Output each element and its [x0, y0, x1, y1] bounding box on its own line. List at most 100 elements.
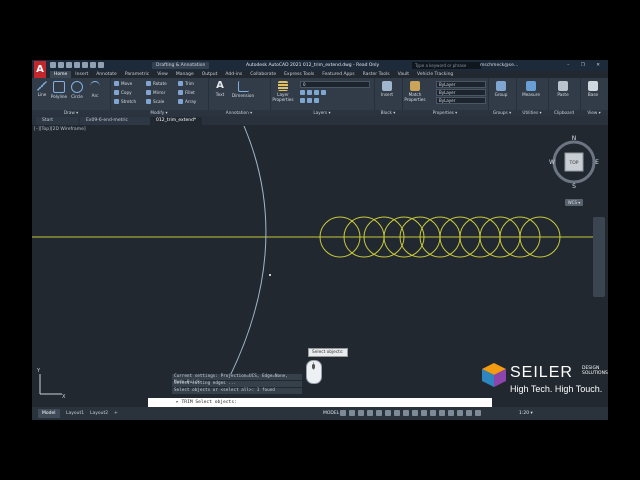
tab-annotate[interactable]: Annotate — [92, 71, 121, 78]
tab-featured-apps[interactable]: Featured Apps — [318, 71, 358, 78]
fillet-button[interactable]: Fillet — [178, 90, 195, 95]
group-button[interactable]: Group — [491, 81, 511, 97]
redo-icon[interactable] — [98, 62, 104, 68]
seiler-watermark: SEILER DESIGN SOLUTIONS High Tech. High … — [480, 360, 620, 396]
layer-properties-icon — [278, 81, 288, 91]
compass-east[interactable]: E — [595, 159, 599, 166]
auto-scale-icon[interactable] — [457, 410, 463, 416]
add-layout-button[interactable]: + — [110, 409, 122, 418]
paste-button[interactable]: Paste — [553, 81, 573, 97]
move-button[interactable]: Move — [114, 81, 132, 86]
object-snap-icon[interactable] — [412, 410, 418, 416]
navigation-bar[interactable] — [593, 217, 605, 297]
isodraft-icon[interactable] — [394, 410, 400, 416]
undo-icon[interactable] — [90, 62, 96, 68]
tab-raster-tools[interactable]: Raster Tools — [359, 71, 394, 78]
layer-lock-icon[interactable] — [321, 90, 326, 95]
tab-view[interactable]: View — [153, 71, 172, 78]
model-space-button[interactable]: MODEL — [323, 407, 339, 420]
tab-insert[interactable]: Insert — [71, 71, 92, 78]
tab-vault[interactable]: Vault — [394, 71, 413, 78]
annotation-visibility-icon[interactable] — [448, 410, 454, 416]
compass-north[interactable]: N — [572, 135, 577, 142]
pickbox-cursor — [269, 274, 271, 276]
search-input[interactable]: Type a keyword or phrase — [412, 62, 481, 69]
compass-south[interactable]: S — [572, 183, 576, 190]
base-button[interactable]: Base — [583, 81, 603, 97]
layer-off-icon[interactable] — [300, 90, 305, 95]
tab-vehicle-tracking[interactable]: Vehicle Tracking — [413, 71, 457, 78]
dynamic-input-icon[interactable] — [367, 410, 373, 416]
tab-start[interactable]: Start — [36, 117, 78, 125]
polyline-button[interactable]: Polyline — [50, 81, 68, 99]
linetype-dropdown[interactable]: ByLayer — [436, 89, 486, 96]
cutting-arc[interactable] — [229, 126, 267, 377]
plot-icon[interactable] — [82, 62, 88, 68]
layer-freeze-icon[interactable] — [314, 90, 319, 95]
ortho-icon[interactable] — [376, 410, 382, 416]
viewcube[interactable]: TOP N S E W WCS ▾ — [549, 135, 599, 206]
tab-add-ins[interactable]: Add-ins — [221, 71, 246, 78]
autocad-logo-icon[interactable]: A — [34, 61, 46, 78]
layer-unisolate-icon[interactable] — [314, 98, 319, 103]
tab-manage[interactable]: Manage — [172, 71, 198, 78]
tab-layout2[interactable]: Layout2 — [86, 409, 112, 418]
layer-properties-button[interactable]: Layer Properties — [272, 81, 294, 102]
transparency-icon[interactable] — [430, 410, 436, 416]
user-account[interactable]: mschmeck@se... — [480, 60, 518, 71]
scale-button[interactable]: Scale — [146, 99, 164, 104]
tab-home[interactable]: Home — [50, 71, 72, 78]
arc-button[interactable]: Arc — [88, 81, 102, 98]
layer-isolate-icon[interactable] — [307, 90, 312, 95]
mirror-button[interactable]: Mirror — [146, 90, 165, 95]
text-icon: A — [216, 80, 224, 91]
copy-button[interactable]: Copy — [114, 90, 132, 95]
rotate-button[interactable]: Rotate — [146, 81, 167, 86]
layer-make-current-icon[interactable] — [300, 98, 305, 103]
circle-button[interactable]: Circle — [70, 81, 84, 99]
dimension-button[interactable]: Dimension — [230, 81, 256, 98]
save-icon[interactable] — [66, 62, 72, 68]
tab-parametric[interactable]: Parametric — [121, 71, 153, 78]
object-snap-tracking-icon[interactable] — [403, 410, 409, 416]
layer-dropdown[interactable]: 0 — [300, 81, 370, 88]
lineweight-dropdown[interactable]: ByLayer — [436, 97, 486, 104]
polar-tracking-icon[interactable] — [385, 410, 391, 416]
fillet-icon — [178, 90, 183, 95]
tab-model[interactable]: Model — [38, 409, 60, 418]
line-button[interactable]: Line — [35, 81, 49, 97]
command-line-input[interactable]: ▸ TRIM Select objects: — [148, 398, 492, 407]
layer-match-icon[interactable] — [307, 98, 312, 103]
workspace-icon[interactable] — [475, 410, 481, 416]
open-icon[interactable] — [58, 62, 64, 68]
array-button[interactable]: Array — [178, 99, 196, 104]
tab-012-trim-extend[interactable]: 012_trim_extend* — [150, 117, 202, 125]
text-button[interactable]: A Text — [212, 80, 228, 98]
tab-output[interactable]: Output — [198, 71, 222, 78]
stretch-button[interactable]: Stretch — [114, 99, 136, 104]
annotation-scale[interactable]: 1:20 ▾ — [519, 407, 533, 420]
lineweight-icon[interactable] — [421, 410, 427, 416]
tab-ex09-6-end-metric[interactable]: Ex09-6-end-metric — [80, 117, 152, 125]
workspace-switcher[interactable]: Drafting & Annotation — [152, 62, 210, 69]
tab-layout1[interactable]: Layout1 — [62, 409, 88, 418]
insert-button[interactable]: Insert — [377, 81, 397, 97]
infer-constraints-icon[interactable] — [358, 410, 364, 416]
new-icon[interactable] — [50, 62, 56, 68]
trim-button[interactable]: Trim — [178, 81, 194, 86]
ucs-icon: Y X — [36, 368, 66, 400]
grid-icon[interactable] — [340, 410, 346, 416]
tab-express-tools[interactable]: Express Tools — [280, 71, 318, 78]
match-properties-button[interactable]: Match Properties — [404, 81, 426, 102]
snap-icon[interactable] — [349, 410, 355, 416]
seiler-subtitle: DESIGN SOLUTIONS — [582, 366, 608, 376]
measure-button[interactable]: Measure — [519, 81, 543, 97]
tab-collaborate[interactable]: Collaborate — [246, 71, 280, 78]
selection-cycling-icon[interactable] — [439, 410, 445, 416]
annotation-scale-icon[interactable] — [466, 410, 472, 416]
window-controls[interactable]: – ❐ ✕ — [567, 60, 605, 71]
compass-west[interactable]: W — [549, 159, 555, 166]
layer-tools-row-2 — [300, 98, 319, 103]
color-dropdown[interactable]: ByLayer — [436, 81, 486, 88]
save-as-icon[interactable] — [74, 62, 80, 68]
